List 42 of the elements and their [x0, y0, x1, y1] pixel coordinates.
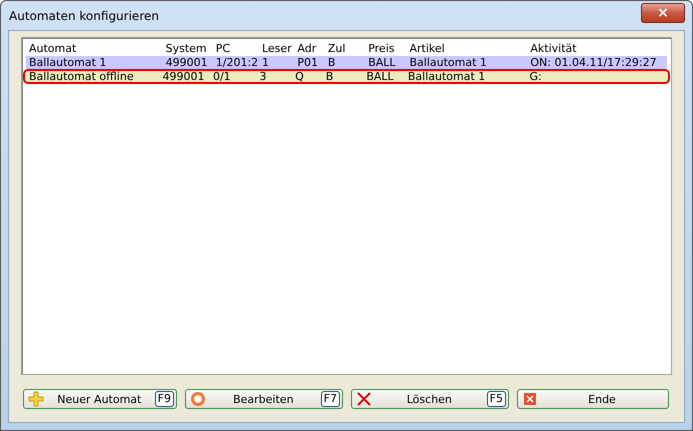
- cross-icon: [356, 391, 372, 407]
- column-header: PC: [214, 42, 232, 55]
- table-cell-text: Ballautomat 1: [408, 56, 488, 69]
- column-header: Automat: [28, 42, 78, 55]
- close-button[interactable]: ×: [641, 2, 685, 22]
- toolbar-button[interactable]: Ende: [517, 389, 669, 409]
- ring-icon: [190, 391, 206, 407]
- column-header: System: [164, 42, 208, 55]
- table-row[interactable]: Ballautomat offline 499001 0/1 3 Q B BALL Ballautomat 1 G:: [23, 69, 670, 84]
- toolbar-button[interactable]: Bearbeiten F7: [185, 389, 343, 409]
- column-header: Preis: [367, 42, 396, 55]
- column-header: Adr: [296, 42, 318, 55]
- table-cell-text: Ballautomat offline: [28, 70, 135, 83]
- shortcut-key: F9: [154, 391, 174, 407]
- window-title: Automaten konfigurieren: [8, 8, 159, 22]
- table-cell-text: B: [326, 56, 336, 69]
- table-cell-text: BALL: [367, 56, 397, 69]
- toolbar-button[interactable]: Löschen F5: [351, 389, 509, 409]
- table-cell-text: 0/1: [212, 70, 232, 83]
- table-cell-text: Ballautomat 1: [28, 56, 108, 69]
- table-cell-text: Ballautomat 1: [406, 70, 486, 83]
- column-header: Artikel: [408, 42, 446, 55]
- toolbar-button[interactable]: Neuer Automat F9: [23, 389, 177, 409]
- table-cell-text: 3: [258, 70, 268, 83]
- plus-icon: [28, 391, 44, 407]
- table-cell-text: 1/201:2: [214, 56, 260, 69]
- table-cell-text: P01: [296, 56, 320, 69]
- close-icon: [522, 391, 538, 407]
- table-row[interactable]: Ballautomat 1 499001 1/201:2 1 P01 B BALL Ballautomat 1 ON: 01.04.11/17:29:27: [26, 56, 667, 69]
- shortcut-key: F7: [320, 391, 340, 407]
- table-cell-text: G:: [528, 70, 543, 83]
- table-cell-text: B: [324, 70, 334, 83]
- table-cell-text: 499001: [162, 70, 206, 83]
- table-cell-text: BALL: [365, 70, 395, 83]
- column-header: Zul: [326, 42, 346, 55]
- shortcut-key: F5: [486, 391, 506, 407]
- table-cell-text: 1: [260, 56, 270, 69]
- column-header: Aktivität: [529, 42, 578, 55]
- table-cell-text: 499001: [164, 56, 209, 69]
- table-cell-text: Q: [294, 70, 305, 83]
- table-cell-text: ON: 01.04.11/17:29:27: [529, 56, 658, 69]
- column-header: Leser: [260, 42, 293, 55]
